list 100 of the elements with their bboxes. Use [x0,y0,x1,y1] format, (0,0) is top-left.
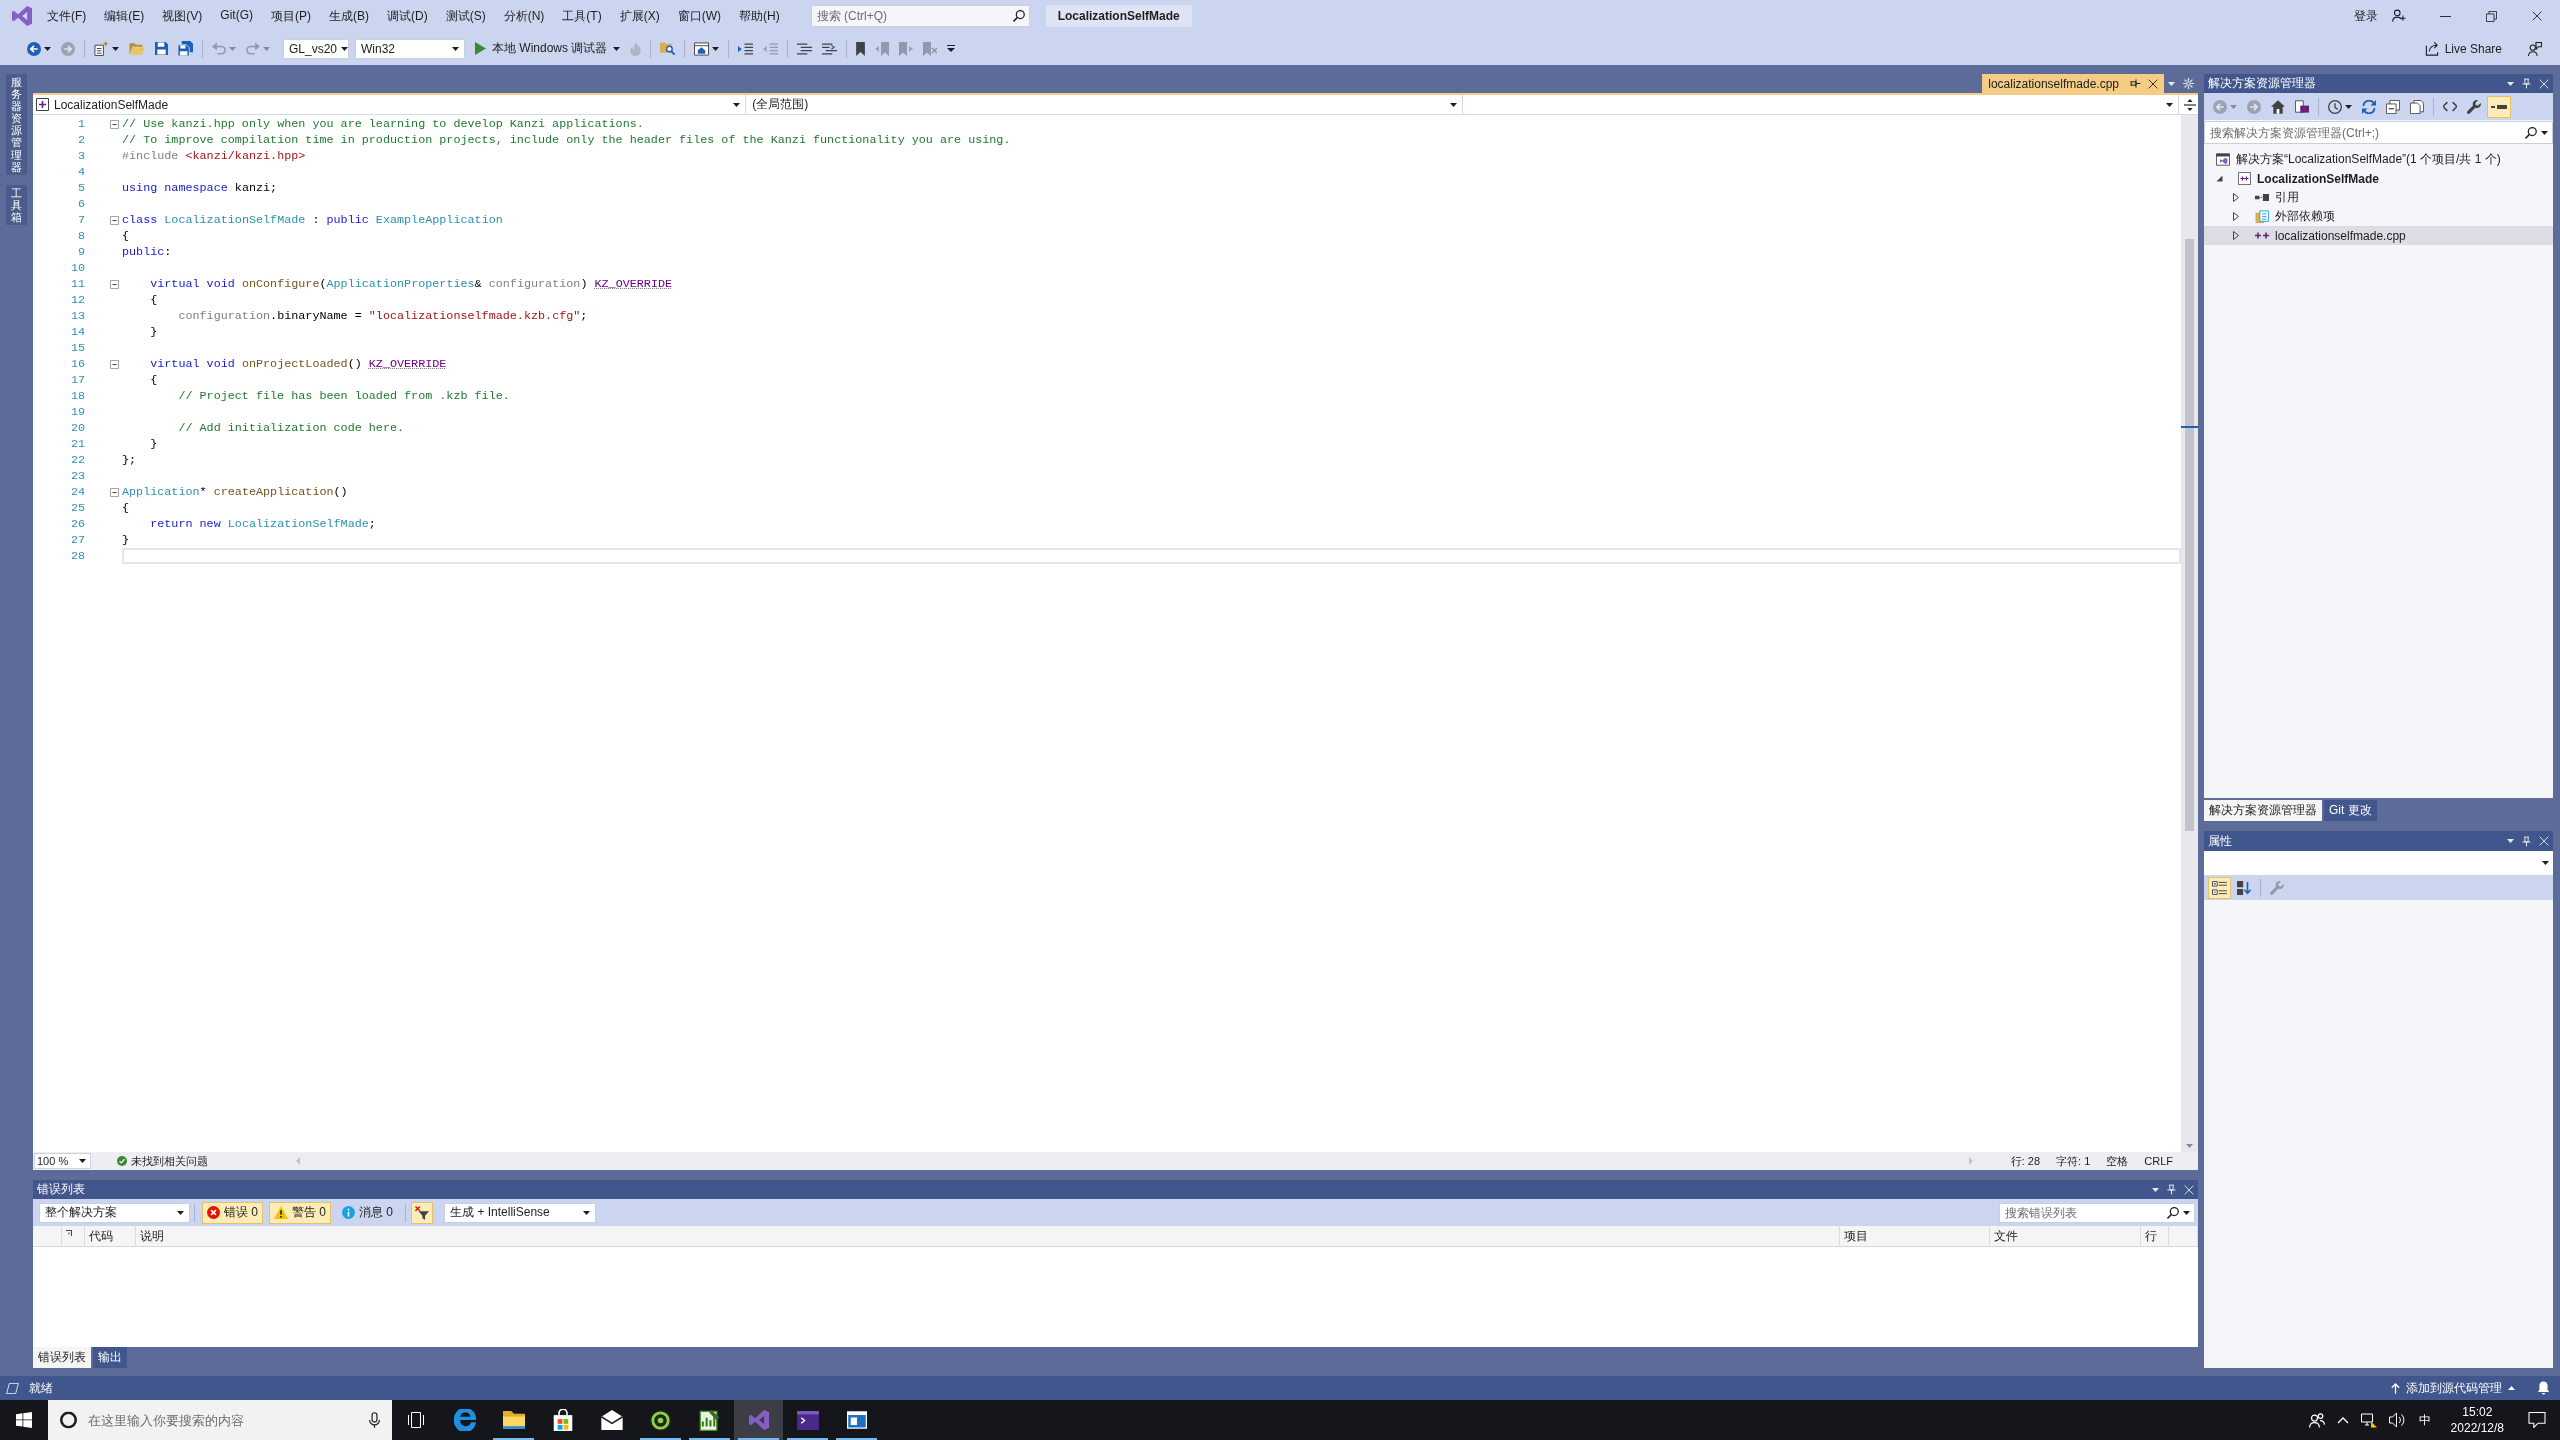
column-header[interactable]: 代码 [85,1226,136,1246]
panel-tab[interactable]: Git 更改 [2324,800,2377,821]
solution-search-field[interactable]: 搜索解决方案资源管理器(Ctrl+;) [2204,121,2553,144]
window-panel-icon[interactable] [846,1411,867,1429]
add-to-source-control-button[interactable]: 添加到源代码管理 [2387,1379,2519,1397]
floppy-disk-icon[interactable] [155,42,168,55]
caret-icon[interactable] [177,1210,184,1215]
shopping-bag-icon[interactable] [552,1409,573,1431]
menu-item[interactable]: 帮助(H) [730,5,789,27]
zoom-dropdown[interactable]: 100 % [34,1153,91,1169]
issues-status[interactable]: 未找到相关问题 [131,1153,208,1169]
menu-item[interactable]: 调试(D) [378,5,437,27]
source-dropdown[interactable]: 生成 + IntelliSense [444,1202,597,1223]
panel-tab[interactable]: 错误列表 [33,1347,91,1368]
terminal-window-icon[interactable] [796,1410,819,1430]
side-tab[interactable]: 服务器资源管理器 [6,74,27,175]
column-header[interactable]: 行 [2141,1226,2169,1246]
column-header[interactable]: 说明 [136,1226,1840,1246]
scroll-down-arrow-icon[interactable] [2186,1144,2193,1148]
menu-item[interactable]: 工具(T) [553,5,611,27]
scope-dropdown[interactable]: (全局范围) [749,95,1463,114]
letter-e-logo-icon[interactable] [453,1409,476,1431]
menu-item[interactable]: 编辑(E) [95,5,154,27]
caret-icon[interactable] [44,46,51,51]
collapse-box-icon[interactable] [110,359,119,369]
lines-arrow-right-icon[interactable] [738,42,754,55]
menu-item[interactable]: 项目(P) [262,5,320,27]
vertical-scrollbar[interactable] [2181,115,2198,1152]
collapse-box-icon[interactable] [110,215,119,225]
caret-icon[interactable] [712,46,720,51]
caret-icon[interactable] [2507,839,2514,843]
browser-window-icon[interactable] [694,41,710,56]
panel-tab[interactable]: 解决方案资源管理器 [2204,800,2322,821]
caret-icon[interactable] [2542,861,2549,865]
search-field[interactable]: 搜索 (Ctrl+Q) [810,5,1030,27]
panel-tab[interactable]: 输出 [93,1347,127,1368]
window-panels-icon[interactable] [2295,100,2309,113]
column-indicator[interactable]: 字符: 1 [2048,1153,2099,1169]
caret-icon[interactable] [2183,1210,2190,1215]
staggered-lines-icon[interactable] [797,42,813,55]
settings-icon[interactable] [2183,78,2194,89]
warnings-filter-button[interactable]: 警告 0 [269,1201,332,1224]
caret-icon[interactable] [733,102,741,107]
caret-icon[interactable] [2152,1187,2159,1192]
menu-item[interactable]: 文件(F) [38,5,96,27]
error-search-field[interactable]: 搜索错误列表 [1999,1202,2195,1223]
caret-icon[interactable] [341,46,349,51]
bookmark-icon[interactable] [856,41,866,56]
angle-brackets-icon[interactable] [2443,101,2457,112]
line-indicator[interactable]: 行: 28 [2002,1153,2049,1169]
errors-filter-button[interactable]: 错误 0 [202,1201,263,1224]
collapse-box-icon[interactable] [110,119,119,129]
caret-up-icon[interactable] [2508,1386,2515,1390]
caret-icon[interactable] [2166,102,2173,107]
menu-item[interactable]: 生成(B) [320,5,378,27]
platform-dropdown[interactable]: Win32 [355,38,465,59]
search-icon[interactable] [2167,1206,2179,1219]
expanded-arrow-icon[interactable] [2216,175,2223,182]
collapsed-arrow-icon[interactable] [2233,212,2239,221]
input-method-indicator[interactable]: 中 [2418,1411,2431,1429]
person-feedback-icon[interactable] [2528,41,2542,56]
live-share-button[interactable]: Live Share [2420,37,2506,60]
collapse-box-icon[interactable] [110,487,119,497]
caret-icon[interactable] [583,1210,591,1215]
line-ending-indicator[interactable]: CRLF [2136,1155,2181,1167]
menu-item[interactable]: 窗口(W) [668,5,730,27]
share-icon[interactable] [2424,41,2439,56]
menu-item[interactable]: 分析(N) [494,5,554,27]
side-tab[interactable]: 工具箱 [6,184,27,226]
sign-in-link[interactable]: 登录 [2354,7,2378,25]
sort-corner-icon[interactable] [66,1230,72,1236]
clock-icon[interactable] [2328,99,2342,114]
document-sparkle-icon[interactable] [94,41,109,56]
messages-filter-button[interactable]: 消息 0 [337,1201,399,1224]
caret-icon[interactable] [2507,81,2514,86]
indent-indicator[interactable]: 空格 [2098,1153,2137,1169]
menu-item[interactable]: 视图(V) [153,5,212,27]
bar-caret-icon[interactable] [947,45,956,52]
bar-icon[interactable] [2491,104,2507,109]
caret-icon[interactable] [452,46,459,51]
scope-dropdown[interactable]: 整个解决方案 [39,1202,190,1223]
clock-time[interactable]: 15:02 [2462,1404,2493,1420]
close-icon[interactable] [2148,78,2158,89]
menu-item[interactable]: Git(G) [211,5,262,27]
scrollbar-thumb[interactable] [2185,239,2194,831]
envelope-icon[interactable] [600,1410,623,1430]
tree-item[interactable]: LocalizationSelfMade [2204,169,2553,188]
arrow-up-icon[interactable] [2391,1382,2400,1394]
menu-item[interactable]: 扩展(X) [610,5,669,27]
restore-icon[interactable] [2485,10,2497,22]
windows-logo-icon[interactable] [16,1412,32,1428]
collapsed-arrow-icon[interactable] [2233,193,2239,202]
taskbar-search-field[interactable]: 在这里输入你要搜索的内容 [48,1400,392,1440]
start-debugging-button[interactable]: 本地 Windows 调试器 [471,37,625,60]
bell-icon[interactable] [2537,1381,2550,1395]
menu-item[interactable]: 测试(S) [436,5,495,27]
caret-icon[interactable] [1449,102,1457,107]
clock-date[interactable]: 2022/12/8 [2450,1420,2504,1436]
tree-item[interactable]: 引用 [2204,188,2553,207]
caret-icon[interactable] [613,46,621,51]
